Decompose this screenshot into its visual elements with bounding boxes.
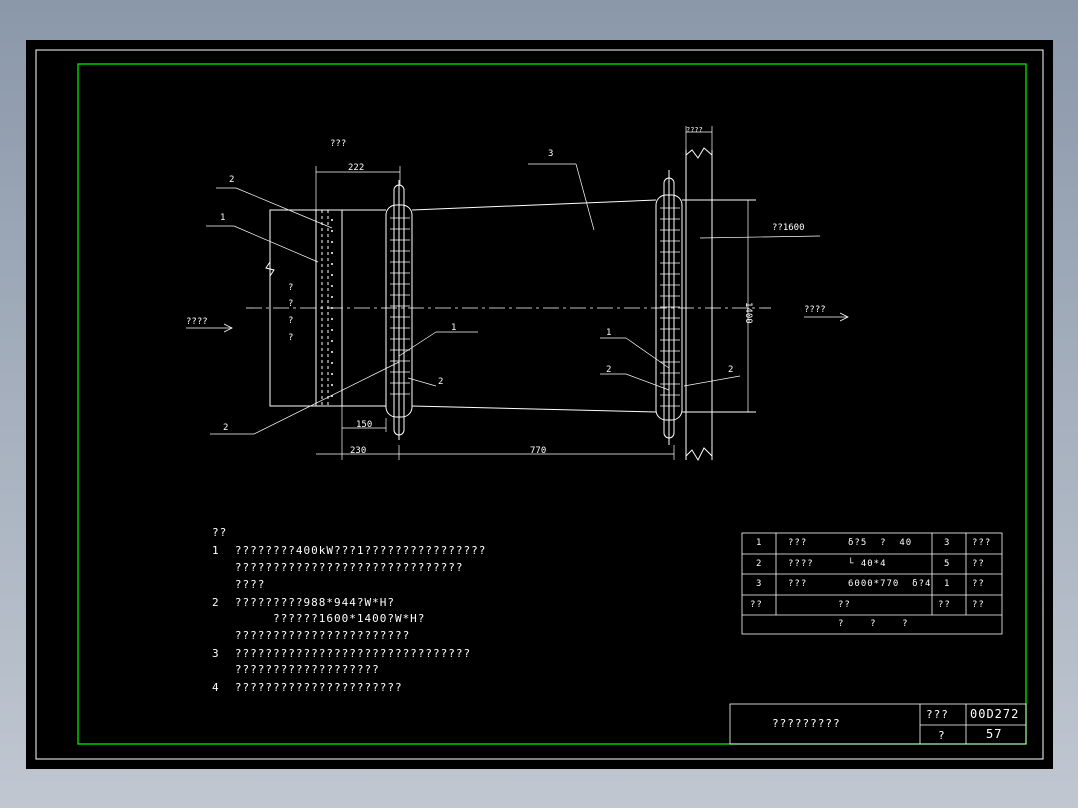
rivet-dot [331,274,333,276]
callout-1-c: 1 [606,328,611,338]
rivet-dot [331,230,333,232]
note-1b: ?????????????????????????????? [212,561,464,574]
dim-150: 150 [356,420,372,430]
note-2c: ??????????????????????? [212,629,411,642]
callout-1-a: 1 [220,213,225,223]
drawing-code: 00D272 [970,707,1020,721]
note-3a: 3 ??????????????????????????????? [212,647,472,660]
rivet-dot [331,219,333,221]
inlet-label: ???? [186,317,208,327]
note-1c: ???? [212,578,266,591]
duct-top-edge [411,199,657,211]
bom-header-c3: ?? [838,600,851,610]
bom-r2-c1: 2 [756,559,763,569]
drawing-title: ????????? [772,717,841,730]
leaders [206,163,821,435]
inlet-mark-3: ? [288,316,293,326]
bom-header-c1: ?? [750,600,763,610]
bom-footer: ? ? ? [838,619,909,629]
duct-bottom-edge [411,405,657,413]
dim-222: 222 [348,163,364,173]
bom-r2-c4: 5 [944,559,951,569]
note-1a: 1 ????????400kW???1???????????????? [212,544,487,557]
rivet-dot [331,252,333,254]
callout-2-b: 2 [438,377,443,387]
bom-header-c4: ?? [938,600,951,610]
bom-r2-c3: └ 40*4 [848,559,887,569]
rivet-dot [331,296,333,298]
bom-r1-c3: δ?5 ? 40 [848,538,913,548]
bom-r3-c3: 6000*770 δ?4 [848,579,932,589]
rivet-dot [331,318,333,320]
bom-r2-c5: ?? [972,559,985,569]
note-2a: 2 ?????????988*944?W*H? [212,596,395,609]
rivet-dot [331,263,333,265]
rivet-dot [331,362,333,364]
rivet-dot [331,351,333,353]
dim-770: 770 [530,446,546,456]
dim-1400: 1400 [743,302,753,324]
top-label: ??? [330,139,346,149]
notes-heading: ?? [212,526,228,539]
title-label-b: ? [938,729,946,742]
note-3b: ??????????????????? [212,663,380,676]
callout-2-d: 2 [606,365,611,375]
inlet-mark-1: ? [288,283,293,293]
note-4: 4 ?????????????????????? [212,681,403,694]
bom-r1-c4: 3 [944,538,951,548]
bom-r1-c1: 1 [756,538,763,548]
rivet-dot [331,340,333,342]
inlet-mark-4: ? [288,333,293,343]
inner-frame [77,63,1027,745]
bom-r1-c2: ??? [788,538,808,548]
rivet-dot [331,241,333,243]
outer-frame [35,49,1044,760]
dim-d1600: ??1600 [772,223,805,233]
callout-1-b: 1 [451,323,456,333]
dimensions [315,126,749,460]
page-number: 57 [986,727,1003,741]
drawing-canvas: ??? 222 150 230 770 1400 ??1600 ???? ???… [26,40,1053,769]
bom-header-c5: ?? [972,600,985,610]
bom-r2-c2: ???? [788,559,814,569]
dim-230: 230 [350,446,366,456]
wall-label: ???? [686,126,703,134]
title-label-a: ??? [926,708,949,721]
rivet-dot [331,285,333,287]
bom-r3-c1: 3 [756,579,763,589]
note-2b: ??????1600*1400?W*H? [212,612,426,625]
flange-bolts [331,207,680,407]
bom-r1-c5: ??? [972,538,992,548]
callout-2-a: 2 [229,175,234,185]
cad-drawing: ??? 222 150 230 770 1400 ??1600 ???? ???… [35,49,1044,760]
rivet-dot [331,373,333,375]
callout-2-c: 2 [223,423,228,433]
rivet-dot [331,384,333,386]
rivet-dot [331,329,333,331]
bom-r3-c5: ?? [972,579,985,589]
bom-r3-c4: 1 [944,579,951,589]
duct-assembly [265,147,756,462]
callout-3: 3 [548,149,553,159]
inlet-mark-2: ? [288,299,293,309]
bom-r3-c2: ??? [788,579,808,589]
outlet-label: ???? [804,305,826,315]
callout-2-e: 2 [728,365,733,375]
